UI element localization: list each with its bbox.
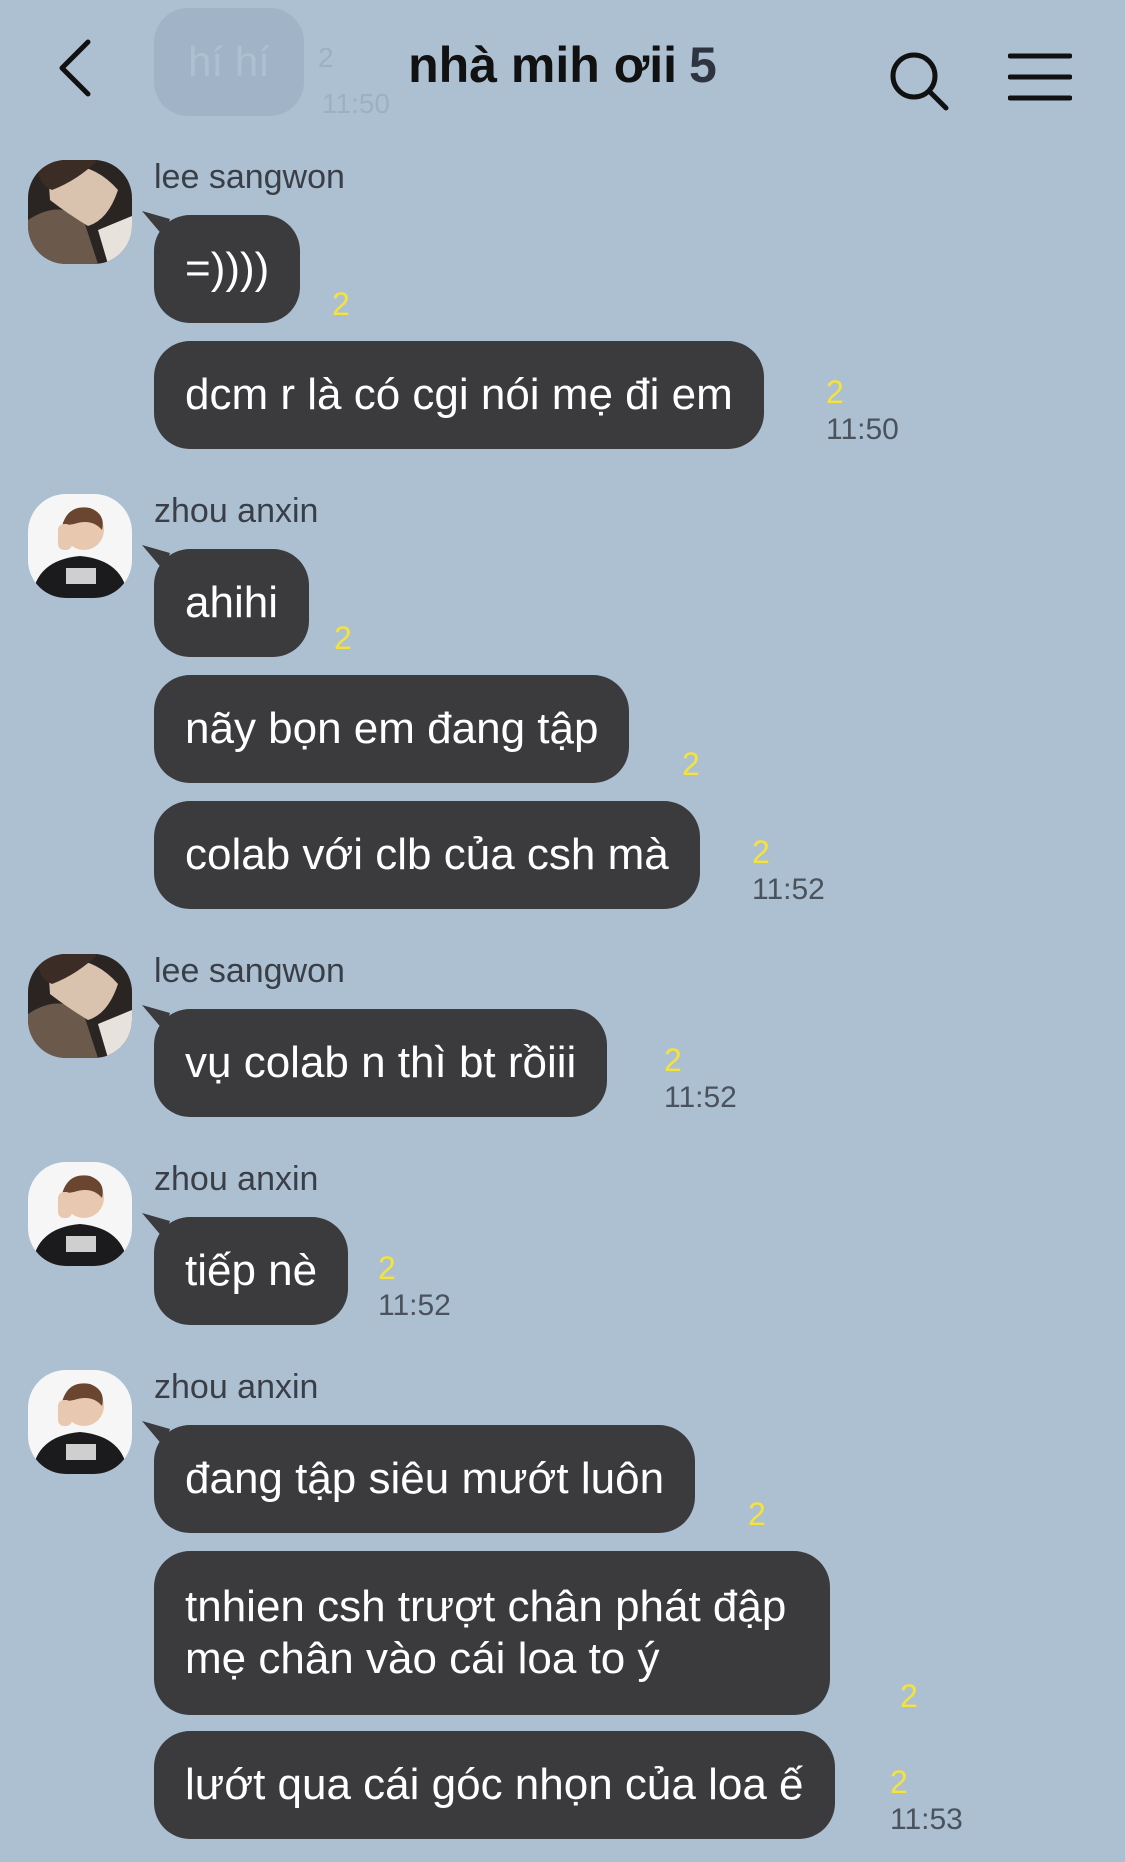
chat-title: nhà mih ơii 5 — [0, 36, 1125, 94]
chat-name: nhà mih ơii — [408, 37, 678, 93]
message-meta: 2 — [900, 1677, 918, 1715]
bubble-tail — [142, 1213, 170, 1239]
message-row: =)))) 2 — [142, 211, 350, 323]
member-count: 5 — [689, 37, 717, 93]
avatar[interactable] — [28, 160, 132, 264]
message-row: tiếp nè 2 11:52 — [142, 1213, 451, 1325]
sender-name: zhou anxin — [154, 1160, 319, 1198]
message-meta: 2 11:50 — [826, 373, 899, 449]
chat-header: hí hí 2 11:50 nhà mih ơii 5 — [0, 0, 1125, 140]
message-line: tnhien csh trượt chân phát đập — [185, 1582, 787, 1631]
message-row: vụ colab n thì bt rồiii 2 11:52 — [142, 1005, 737, 1117]
message-meta: 2 — [334, 619, 352, 657]
menu-button[interactable] — [1007, 50, 1073, 104]
message-bubble[interactable]: dcm r là có cgi nói mẹ đi em — [154, 341, 764, 449]
menu-icon — [1007, 53, 1073, 101]
message-bubble[interactable]: đang tập siêu mướt luôn — [154, 1425, 696, 1533]
message-row: đang tập siêu mướt luôn 2 — [142, 1421, 766, 1533]
sender-name: zhou anxin — [154, 1368, 319, 1406]
sender-name: lee sangwon — [154, 158, 345, 196]
message-bubble[interactable]: tiếp nè — [154, 1217, 349, 1325]
bubble-tail — [142, 545, 170, 571]
unread-count: 2 — [682, 746, 700, 782]
avatar[interactable] — [28, 954, 132, 1058]
message-row: ahihi 2 — [142, 545, 352, 657]
unread-count: 2 — [334, 620, 352, 656]
message-row: tnhien csh trượt chân phát đập mẹ chân và… — [154, 1551, 918, 1715]
unread-count: 2 — [752, 834, 770, 870]
search-icon — [890, 52, 949, 111]
message-bubble[interactable]: lướt qua cái góc nhọn của loa ế — [154, 1731, 835, 1839]
message-meta: 2 11:52 — [664, 1041, 737, 1117]
message-bubble[interactable]: tnhien csh trượt chân phát đập mẹ chân và… — [154, 1551, 831, 1715]
bubble-tail — [142, 211, 170, 237]
unread-count: 2 — [332, 286, 350, 322]
message-meta: 2 11:53 — [890, 1763, 963, 1839]
timestamp: 11:52 — [378, 1289, 451, 1322]
message-row: dcm r là có cgi nói mẹ đi em 2 11:50 — [154, 341, 899, 449]
timestamp: 11:52 — [752, 873, 825, 906]
message-meta: 2 — [682, 745, 700, 783]
message-meta: 2 11:52 — [752, 833, 825, 909]
message-meta: 2 11:52 — [378, 1249, 451, 1325]
timestamp: 11:50 — [826, 413, 899, 446]
message-bubble[interactable]: =)))) — [154, 215, 301, 323]
unread-count: 2 — [900, 1678, 918, 1714]
sender-name: zhou anxin — [154, 492, 319, 530]
timestamp: 11:52 — [664, 1081, 737, 1114]
message-bubble[interactable]: nãy bọn em đang tập — [154, 675, 630, 783]
bubble-tail — [142, 1005, 170, 1031]
sender-name: lee sangwon — [154, 952, 345, 990]
message-meta: 2 — [748, 1495, 766, 1533]
bubble-tail — [142, 1421, 170, 1447]
avatar[interactable] — [28, 1370, 132, 1474]
avatar[interactable] — [28, 494, 132, 598]
message-row: lướt qua cái góc nhọn của loa ế 2 11:53 — [154, 1731, 963, 1839]
message-row: nãy bọn em đang tập 2 — [154, 675, 700, 783]
message-bubble[interactable]: ahihi — [154, 549, 309, 657]
unread-count: 2 — [890, 1764, 908, 1800]
avatar[interactable] — [28, 1162, 132, 1266]
message-line: mẹ chân vào cái loa to ý — [185, 1634, 660, 1683]
unread-count: 2 — [664, 1042, 682, 1078]
message-bubble[interactable]: colab với clb của csh mà — [154, 801, 700, 909]
unread-count: 2 — [826, 374, 844, 410]
message-meta: 2 — [332, 285, 350, 323]
unread-count: 2 — [378, 1250, 396, 1286]
search-button[interactable] — [884, 46, 954, 116]
message-row: colab với clb của csh mà 2 11:52 — [154, 801, 825, 909]
timestamp: 11:53 — [890, 1803, 963, 1836]
unread-count: 2 — [748, 1496, 766, 1532]
message-bubble[interactable]: vụ colab n thì bt rồiii — [154, 1009, 608, 1117]
